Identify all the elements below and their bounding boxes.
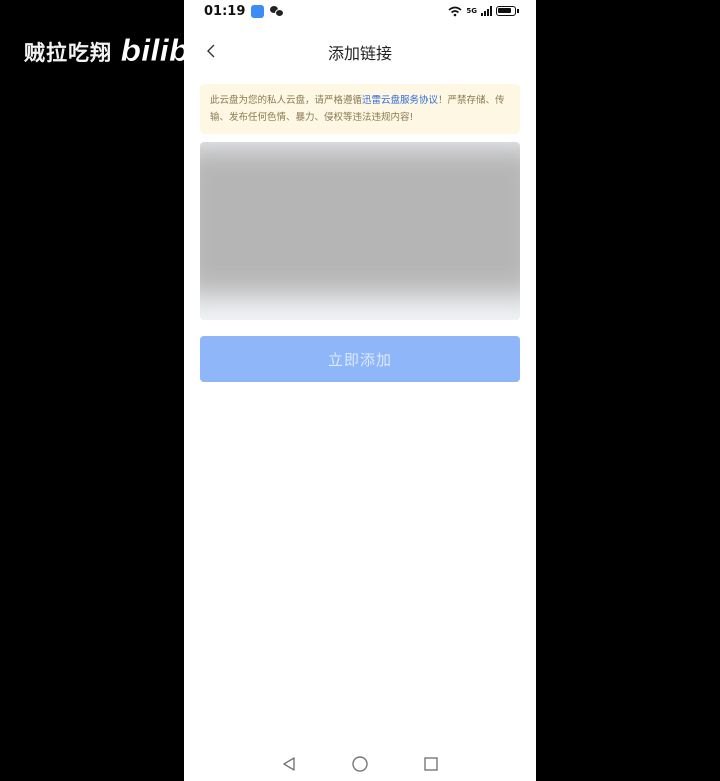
square-recents-icon [423, 757, 438, 771]
nav-home-button[interactable] [350, 754, 370, 774]
phone-screen: 01:19 5G 添加链接 此云盘为您的私人云盘，请严格遵循迅雷云盘服务协议！严… [184, 0, 536, 781]
status-time: 01:19 [204, 3, 246, 19]
channel-name: 贼拉吃翔 [24, 40, 112, 65]
service-agreement-link[interactable]: 迅雷云盘服务协议 [362, 95, 438, 106]
notice-banner: 此云盘为您的私人云盘，请严格遵循迅雷云盘服务协议！严禁存储、传输、发布任何色情、… [200, 84, 520, 134]
circle-home-icon [352, 756, 368, 772]
title-bar: 添加链接 [184, 30, 536, 74]
nav-back-button[interactable] [279, 754, 299, 774]
wechat-icon [270, 6, 285, 17]
status-bar: 01:19 5G [184, 0, 536, 22]
back-button[interactable] [200, 40, 222, 62]
battery-icon [496, 6, 519, 16]
triangle-back-icon [283, 757, 296, 771]
network-type-label: 5G [466, 6, 477, 15]
link-input[interactable] [200, 142, 520, 320]
page-title: 添加链接 [327, 44, 392, 63]
chevron-left-icon [207, 44, 215, 58]
app-notification-icon [251, 4, 265, 18]
nav-recents-button[interactable] [421, 754, 441, 774]
add-now-button[interactable]: 立即添加 [200, 336, 520, 382]
system-nav-bar [184, 744, 536, 781]
wifi-icon [448, 6, 462, 16]
notice-text-start: 此云盘为您的私人云盘，请严格遵循 [210, 95, 363, 106]
signal-icon [481, 6, 492, 16]
link-input-area[interactable] [200, 142, 520, 320]
